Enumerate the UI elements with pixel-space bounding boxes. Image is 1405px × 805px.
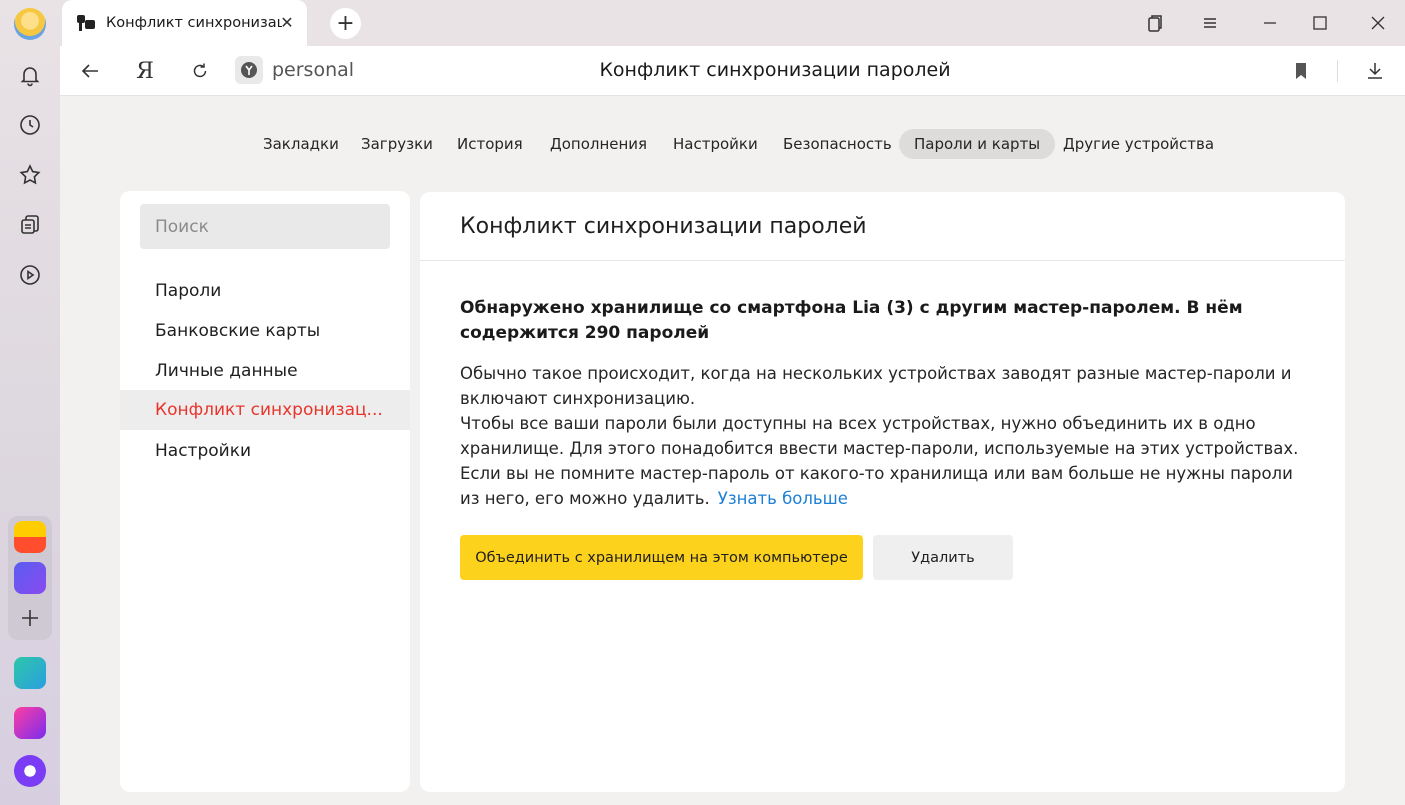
merge-storage-button[interactable]: Объединить с хранилищем на этом компьюте… (460, 535, 863, 580)
sidebar-item-sync-conflict[interactable]: Конфликт синхронизац... (120, 390, 410, 430)
messenger-app-icon[interactable] (14, 562, 46, 594)
collections-icon[interactable] (10, 205, 50, 245)
nav-settings[interactable]: Настройки (658, 129, 773, 159)
active-tab[interactable]: Конфликт синхронизац ✕ (62, 0, 307, 46)
nav-bookmarks[interactable]: Закладки (248, 129, 354, 159)
address-bar: Я personal Конфликт синхронизации пароле… (60, 46, 1405, 96)
add-app-plus-icon[interactable] (10, 598, 50, 638)
bookmarks-star-icon[interactable] (10, 155, 50, 195)
sync-conflict-panel: Конфликт синхронизации паролей Обнаружен… (420, 192, 1345, 792)
delete-storage-button[interactable]: Удалить (873, 535, 1013, 580)
alice-app-icon[interactable] (14, 707, 46, 739)
nav-extensions[interactable]: Дополнения (535, 129, 662, 159)
browser-sidebar (0, 0, 60, 805)
tabs-collection-icon[interactable] (1140, 8, 1170, 38)
video-play-icon[interactable] (10, 255, 50, 295)
downloads-icon[interactable] (1360, 56, 1390, 86)
description-paragraph-3-text: Если вы не помните мастер-пароль от како… (460, 464, 1293, 508)
learn-more-link[interactable]: Узнать больше (718, 489, 848, 508)
minimize-icon[interactable] (1255, 8, 1285, 38)
sidebar-item-personal-data[interactable]: Личные данные (120, 351, 410, 391)
description-paragraph-1: Обычно такое происходит, когда на нескол… (460, 364, 1292, 408)
tab-favicon-icon (77, 15, 95, 31)
address-divider (1337, 60, 1338, 82)
nav-other-devices[interactable]: Другие устройства (1048, 129, 1229, 159)
passwords-sidebar: Пароли Банковские карты Личные данные Ко… (120, 191, 410, 792)
tab-title: Конфликт синхронизац (106, 15, 282, 31)
new-tab-button[interactable]: + (330, 8, 361, 39)
search-input[interactable] (140, 204, 390, 249)
sidebar-item-passwords[interactable]: Пароли (120, 271, 410, 311)
maximize-icon[interactable] (1305, 8, 1335, 38)
mail-app-icon[interactable] (14, 521, 46, 553)
description-paragraph-3: Если вы не помните мастер-пароль от како… (460, 461, 1310, 511)
notifications-bell-icon[interactable] (10, 55, 50, 95)
nav-passwords-cards[interactable]: Пароли и карты (899, 129, 1056, 159)
nav-downloads[interactable]: Загрузки (346, 129, 448, 159)
title-divider (420, 260, 1345, 261)
conflict-headline: Обнаружено хранилище со смартфона Lia (3… (460, 298, 1243, 343)
send-app-icon[interactable] (14, 657, 46, 689)
menu-hamburger-icon[interactable] (1195, 8, 1225, 38)
description-paragraph-2: Чтобы все ваши пароли были доступны на в… (460, 414, 1299, 458)
bookmark-flag-icon[interactable] (1286, 56, 1316, 86)
sidebar-item-settings[interactable]: Настройки (120, 431, 410, 471)
page-title: Конфликт синхронизации паролей (460, 214, 867, 239)
tab-close-icon[interactable]: ✕ (277, 13, 297, 33)
nav-history[interactable]: История (442, 129, 538, 159)
nav-security[interactable]: Безопасность (768, 129, 907, 159)
conflict-description: Обычно такое происходит, когда на нескол… (460, 361, 1310, 511)
sidebar-item-bank-cards[interactable]: Банковские карты (120, 311, 410, 351)
settings-top-nav: Закладки Загрузки История Дополнения Нас… (0, 129, 1405, 159)
address-page-title: Конфликт синхронизации паролей (599, 59, 951, 81)
close-window-icon[interactable] (1363, 8, 1393, 38)
alice-assistant-icon[interactable] (14, 755, 46, 787)
tab-strip: Конфликт синхронизац ✕ + (60, 0, 1405, 46)
profile-avatar[interactable] (14, 8, 46, 40)
